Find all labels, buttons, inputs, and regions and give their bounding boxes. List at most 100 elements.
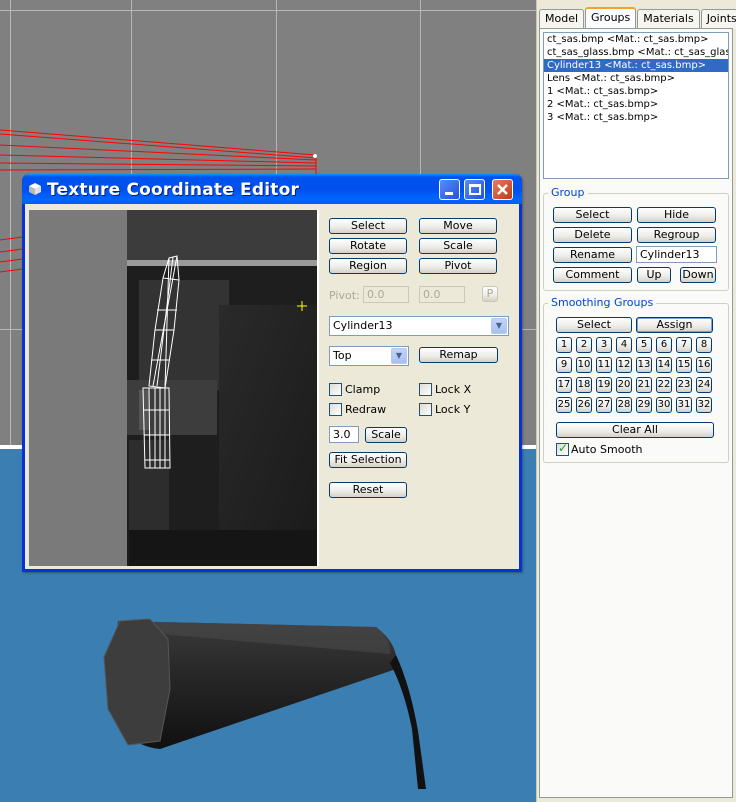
- smoothing-group-button[interactable]: 32: [696, 397, 712, 413]
- smoothing-group-button[interactable]: 18: [576, 377, 592, 393]
- smoothing-group-button[interactable]: 15: [676, 357, 692, 373]
- smoothing-group-button[interactable]: 1: [556, 337, 572, 353]
- tce-move-button[interactable]: Move: [419, 218, 497, 234]
- group-up-button[interactable]: Up: [637, 267, 671, 283]
- lock-y-checkbox[interactable]: [419, 403, 432, 416]
- smoothing-group-button[interactable]: 22: [656, 377, 672, 393]
- smoothing-group-button[interactable]: 30: [656, 397, 672, 413]
- smoothing-group-button[interactable]: 17: [556, 377, 572, 393]
- pivot-p-button[interactable]: P: [482, 286, 498, 302]
- reset-button[interactable]: Reset: [329, 482, 407, 498]
- group-select-button[interactable]: Select: [553, 207, 632, 223]
- tab-materials[interactable]: Materials: [637, 9, 700, 29]
- group-comment-button[interactable]: Comment: [553, 267, 632, 283]
- smoothing-group-button[interactable]: 16: [696, 357, 712, 373]
- smoothing-group-button[interactable]: 23: [676, 377, 692, 393]
- apply-scale-button[interactable]: Scale: [365, 427, 407, 443]
- smoothing-group-button[interactable]: 12: [616, 357, 632, 373]
- smoothing-group-button[interactable]: 25: [556, 397, 572, 413]
- texture-preview[interactable]: [29, 210, 317, 566]
- smoothing-group-button[interactable]: 24: [696, 377, 712, 393]
- chevron-down-icon: ▼: [491, 318, 507, 334]
- right-panel: Model Groups Materials Joints ct_sas.bmp…: [536, 0, 736, 802]
- scale-value-field[interactable]: 3.0: [329, 426, 359, 443]
- maximize-button[interactable]: [464, 179, 485, 200]
- smoothing-group-button[interactable]: 11: [596, 357, 612, 373]
- tce-scale-button[interactable]: Scale: [419, 238, 497, 254]
- group-legend: Group: [548, 187, 588, 199]
- lock-x-checkbox[interactable]: [419, 383, 432, 396]
- tce-pivot-button[interactable]: Pivot: [419, 258, 497, 274]
- smoothing-group-button[interactable]: 13: [636, 357, 652, 373]
- group-list-item[interactable]: ct_sas.bmp <Mat.: ct_sas.bmp>: [544, 33, 728, 46]
- tab-model[interactable]: Model: [539, 9, 585, 29]
- smoothing-group-button[interactable]: 9: [556, 357, 572, 373]
- smoothing-select-button[interactable]: Select: [556, 317, 632, 333]
- group-down-button[interactable]: Down: [680, 267, 716, 283]
- smoothing-group-button[interactable]: 8: [696, 337, 712, 353]
- remap-button[interactable]: Remap: [419, 347, 498, 363]
- clamp-checkbox[interactable]: [329, 383, 342, 396]
- tce-region-button[interactable]: Region: [329, 258, 407, 274]
- minimize-icon: [445, 192, 453, 195]
- panel-tabs: Model Groups Materials Joints: [539, 7, 736, 29]
- smoothing-group-button[interactable]: 6: [656, 337, 672, 353]
- group-list-item[interactable]: 1 <Mat.: ct_sas.bmp>: [544, 85, 728, 98]
- group-list[interactable]: ct_sas.bmp <Mat.: ct_sas.bmp> ct_sas_gla…: [543, 32, 729, 179]
- close-button[interactable]: [492, 179, 513, 200]
- tce-select-button[interactable]: Select: [329, 218, 407, 234]
- group-regroup-button[interactable]: Regroup: [637, 227, 716, 243]
- view-select[interactable]: Top ▼: [329, 346, 409, 366]
- clear-all-button[interactable]: Clear All: [556, 422, 714, 438]
- tce-rotate-button[interactable]: Rotate: [329, 238, 407, 254]
- pivot-label: Pivot:: [329, 289, 360, 302]
- texture-uv-canvas: [29, 210, 317, 566]
- smoothing-assign-button[interactable]: Assign: [636, 317, 713, 333]
- close-icon: [497, 184, 508, 195]
- smoothing-group-button[interactable]: 20: [616, 377, 632, 393]
- smoothing-group-button[interactable]: 10: [576, 357, 592, 373]
- minimize-button[interactable]: [439, 179, 460, 200]
- group-name-field[interactable]: Cylinder13: [636, 246, 717, 263]
- smoothing-group-button[interactable]: 4: [616, 337, 632, 353]
- texture-coordinate-editor-window: Texture Coordinate Editor Select Move Ro…: [22, 174, 522, 572]
- tab-groups[interactable]: Groups: [585, 7, 637, 29]
- group-list-item[interactable]: 3 <Mat.: ct_sas.bmp>: [544, 111, 728, 124]
- smoothing-group-button[interactable]: 31: [676, 397, 692, 413]
- smoothing-group-button[interactable]: 19: [596, 377, 612, 393]
- pivot-y-field[interactable]: 0.0: [419, 286, 465, 303]
- auto-smooth-checkbox[interactable]: [556, 441, 569, 456]
- smoothing-group-button[interactable]: 7: [676, 337, 692, 353]
- redraw-label: Redraw: [345, 403, 387, 416]
- cube-app-icon: [29, 183, 41, 195]
- pivot-x-field[interactable]: 0.0: [363, 286, 409, 303]
- smoothing-group-button[interactable]: 29: [636, 397, 652, 413]
- clamp-label: Clamp: [345, 383, 381, 396]
- group-list-item-selected[interactable]: Cylinder13 <Mat.: ct_sas.bmp>: [544, 59, 728, 72]
- fit-selection-button[interactable]: Fit Selection: [329, 452, 407, 468]
- smoothing-group-button[interactable]: 28: [616, 397, 632, 413]
- auto-smooth-label: Auto Smooth: [571, 443, 643, 456]
- view-select-value: Top: [333, 349, 352, 362]
- smoothing-group-button[interactable]: 5: [636, 337, 652, 353]
- smoothing-group-button[interactable]: 2: [576, 337, 592, 353]
- smoothing-group-button[interactable]: 26: [576, 397, 592, 413]
- model-group-select[interactable]: Cylinder13 ▼: [329, 316, 509, 336]
- group-list-item[interactable]: 2 <Mat.: ct_sas.bmp>: [544, 98, 728, 111]
- group-rename-button[interactable]: Rename: [553, 247, 632, 263]
- group-delete-button[interactable]: Delete: [553, 227, 632, 243]
- smoothing-group-button[interactable]: 27: [596, 397, 612, 413]
- preview-divider: [317, 210, 319, 566]
- group-list-item[interactable]: ct_sas_glass.bmp <Mat.: ct_sas_glass: [544, 46, 728, 59]
- tab-joints[interactable]: Joints: [700, 9, 736, 29]
- smoothing-group-button[interactable]: 21: [636, 377, 652, 393]
- lock-x-label: Lock X: [435, 383, 472, 396]
- group-list-item[interactable]: Lens <Mat.: ct_sas.bmp>: [544, 72, 728, 85]
- tce-titlebar[interactable]: Texture Coordinate Editor: [22, 174, 522, 204]
- maximize-icon: [469, 184, 481, 195]
- smoothing-group-button[interactable]: 14: [656, 357, 672, 373]
- redraw-checkbox[interactable]: [329, 403, 342, 416]
- smoothing-group-button[interactable]: 3: [596, 337, 612, 353]
- tce-title: Texture Coordinate Editor: [47, 180, 300, 200]
- group-hide-button[interactable]: Hide: [637, 207, 716, 223]
